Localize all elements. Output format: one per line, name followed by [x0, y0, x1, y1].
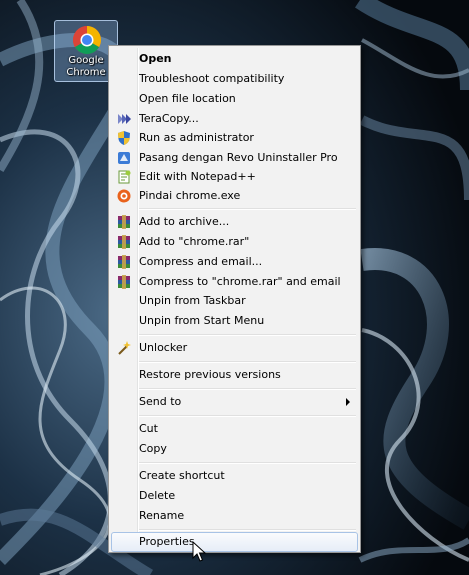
menu-separator — [139, 415, 356, 417]
antivirus-icon — [117, 189, 131, 203]
menu-separator — [139, 462, 356, 464]
uac-shield-icon — [118, 131, 130, 145]
menu-item-create-shortcut[interactable]: Create shortcut — [111, 466, 358, 486]
menu-separator — [139, 361, 356, 363]
menu-item-label: Unpin from Taskbar — [139, 294, 246, 307]
notepadpp-icon — [118, 170, 131, 184]
menu-item-label: Compress and email... — [139, 255, 263, 268]
menu-item-label: Restore previous versions — [139, 368, 281, 381]
menu-item-rename[interactable]: Rename — [111, 506, 358, 526]
menu-item-compress-and-email[interactable]: Compress and email... — [111, 252, 358, 272]
menu-item-revo-uninstaller[interactable]: Pasang dengan Revo Uninstaller Pro — [111, 148, 358, 168]
menu-item-open[interactable]: Open — [111, 49, 358, 69]
menu-item-label: Create shortcut — [139, 469, 225, 482]
menu-item-label: Run as administrator — [139, 131, 254, 144]
menu-item-cut[interactable]: Cut — [111, 419, 358, 439]
menu-item-label: Send to — [139, 395, 182, 408]
menu-item-label: Unlocker — [139, 341, 188, 354]
menu-item-label: Open file location — [139, 92, 236, 105]
menu-item-label: Pindai chrome.exe — [139, 189, 241, 202]
menu-item-label: Cut — [139, 422, 158, 435]
menu-item-troubleshoot-compatibility[interactable]: Troubleshoot compatibility — [111, 69, 358, 89]
teracopy-icon — [118, 114, 131, 124]
menu-item-label: Add to "chrome.rar" — [139, 235, 250, 248]
menu-item-label: Edit with Notepad++ — [139, 170, 256, 183]
unlocker-wand-icon — [118, 341, 131, 355]
menu-item-copy[interactable]: Copy — [111, 439, 358, 459]
menu-item-delete[interactable]: Delete — [111, 486, 358, 506]
menu-item-teracopy[interactable]: TeraCopy... — [111, 109, 358, 129]
menu-separator — [139, 388, 356, 390]
menu-item-edit-with-notepadpp[interactable]: Edit with Notepad++ — [111, 167, 358, 187]
menu-item-add-to-archive[interactable]: Add to archive... — [111, 212, 358, 232]
menu-item-label: TeraCopy... — [139, 112, 199, 125]
menu-item-label: Pasang dengan Revo Uninstaller Pro — [139, 151, 338, 164]
context-menu: Open Troubleshoot compatibility Open fil… — [108, 45, 361, 553]
menu-separator — [139, 529, 356, 531]
menu-item-unpin-from-taskbar[interactable]: Unpin from Taskbar — [111, 291, 358, 311]
menu-item-label: Add to archive... — [139, 215, 230, 228]
menu-item-compress-to-rar-and-email[interactable]: Compress to "chrome.rar" and email — [111, 272, 358, 292]
winrar-icon — [118, 255, 130, 269]
menu-item-label: Properties — [139, 535, 195, 548]
menu-item-unlocker[interactable]: Unlocker — [111, 338, 358, 358]
menu-item-send-to[interactable]: Send to — [111, 392, 358, 412]
winrar-icon — [118, 215, 130, 229]
winrar-icon — [118, 275, 130, 289]
menu-item-add-to-chrome-rar[interactable]: Add to "chrome.rar" — [111, 232, 358, 252]
menu-separator — [139, 208, 356, 210]
menu-separator — [139, 334, 356, 336]
menu-item-label: Compress to "chrome.rar" and email — [139, 275, 341, 288]
menu-item-run-as-administrator[interactable]: Run as administrator — [111, 128, 358, 148]
submenu-arrow-icon — [346, 398, 350, 406]
menu-item-label: Troubleshoot compatibility — [139, 72, 285, 85]
chrome-icon — [73, 26, 101, 54]
menu-item-properties[interactable]: Properties — [111, 532, 358, 552]
menu-item-label: Copy — [139, 442, 167, 455]
menu-item-label: Delete — [139, 489, 176, 502]
menu-item-restore-previous-versions[interactable]: Restore previous versions — [111, 365, 358, 385]
winrar-icon — [118, 235, 130, 249]
menu-item-unpin-from-start-menu[interactable]: Unpin from Start Menu — [111, 311, 358, 331]
menu-item-label: Open — [139, 52, 172, 65]
menu-item-open-file-location[interactable]: Open file location — [111, 89, 358, 109]
menu-item-scan-file[interactable]: Pindai chrome.exe — [111, 186, 358, 206]
menu-item-label: Unpin from Start Menu — [139, 314, 265, 327]
menu-item-label: Rename — [139, 509, 185, 522]
revo-uninstaller-icon — [118, 152, 130, 164]
mouse-pointer-icon — [192, 541, 206, 562]
